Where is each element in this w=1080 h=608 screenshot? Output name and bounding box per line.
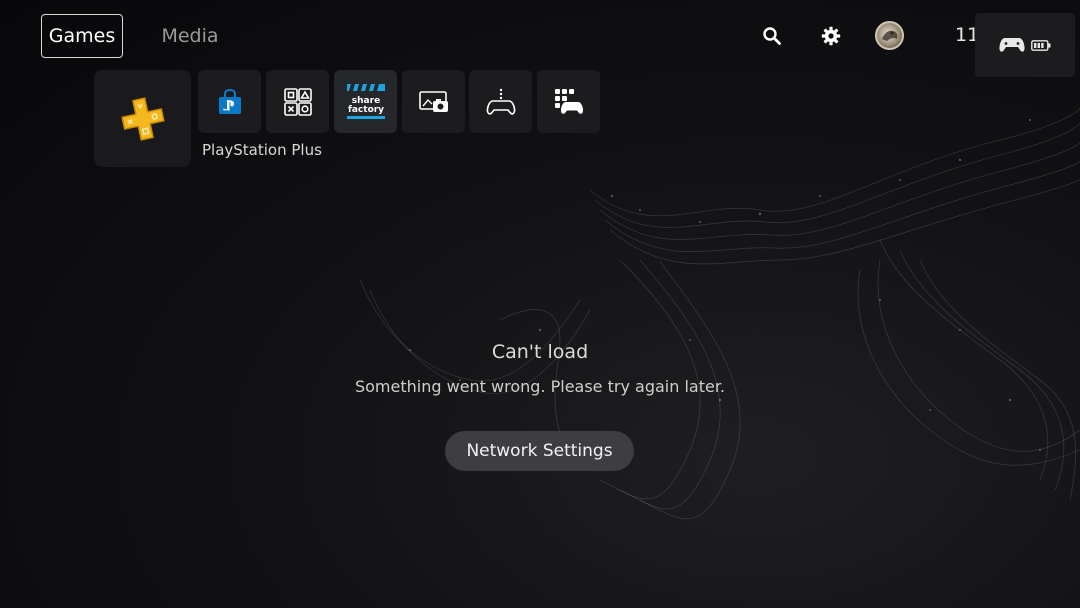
error-message: Something went wrong. Please try again l… xyxy=(354,377,726,396)
tile-remote-play[interactable] xyxy=(469,70,532,133)
ps5-home-screen: Games Media 11: share factory PlayStatio… xyxy=(0,0,1080,608)
network-settings-button[interactable]: Network Settings xyxy=(445,431,634,471)
controller-icon xyxy=(999,38,1025,52)
share-factory-icon: share factory xyxy=(346,83,385,119)
game-library-icon xyxy=(283,87,312,116)
tab-games[interactable]: Games xyxy=(41,14,123,58)
ps-store-icon xyxy=(218,88,241,114)
game-base-icon xyxy=(554,88,583,114)
remote-play-icon xyxy=(486,88,515,115)
tile-game-library[interactable] xyxy=(266,70,329,133)
ps-plus-icon xyxy=(120,96,165,141)
error-title: Can't load xyxy=(491,341,589,363)
tab-media[interactable]: Media xyxy=(152,14,228,58)
settings-icon[interactable] xyxy=(817,22,845,50)
tile-caption: PlayStation Plus xyxy=(202,141,322,159)
search-icon[interactable] xyxy=(758,22,786,50)
profile-avatar[interactable] xyxy=(875,21,904,50)
battery-icon xyxy=(1031,39,1051,51)
media-gallery-icon xyxy=(418,90,448,112)
tile-share-factory[interactable]: share factory xyxy=(334,70,397,133)
tile-playstation-plus[interactable] xyxy=(94,70,191,167)
svg-text:factory: factory xyxy=(347,105,383,115)
tile-playstation-store[interactable] xyxy=(198,70,261,133)
tile-game-base[interactable] xyxy=(537,70,600,133)
tile-media-gallery[interactable] xyxy=(402,70,465,133)
controller-status[interactable] xyxy=(975,13,1075,77)
